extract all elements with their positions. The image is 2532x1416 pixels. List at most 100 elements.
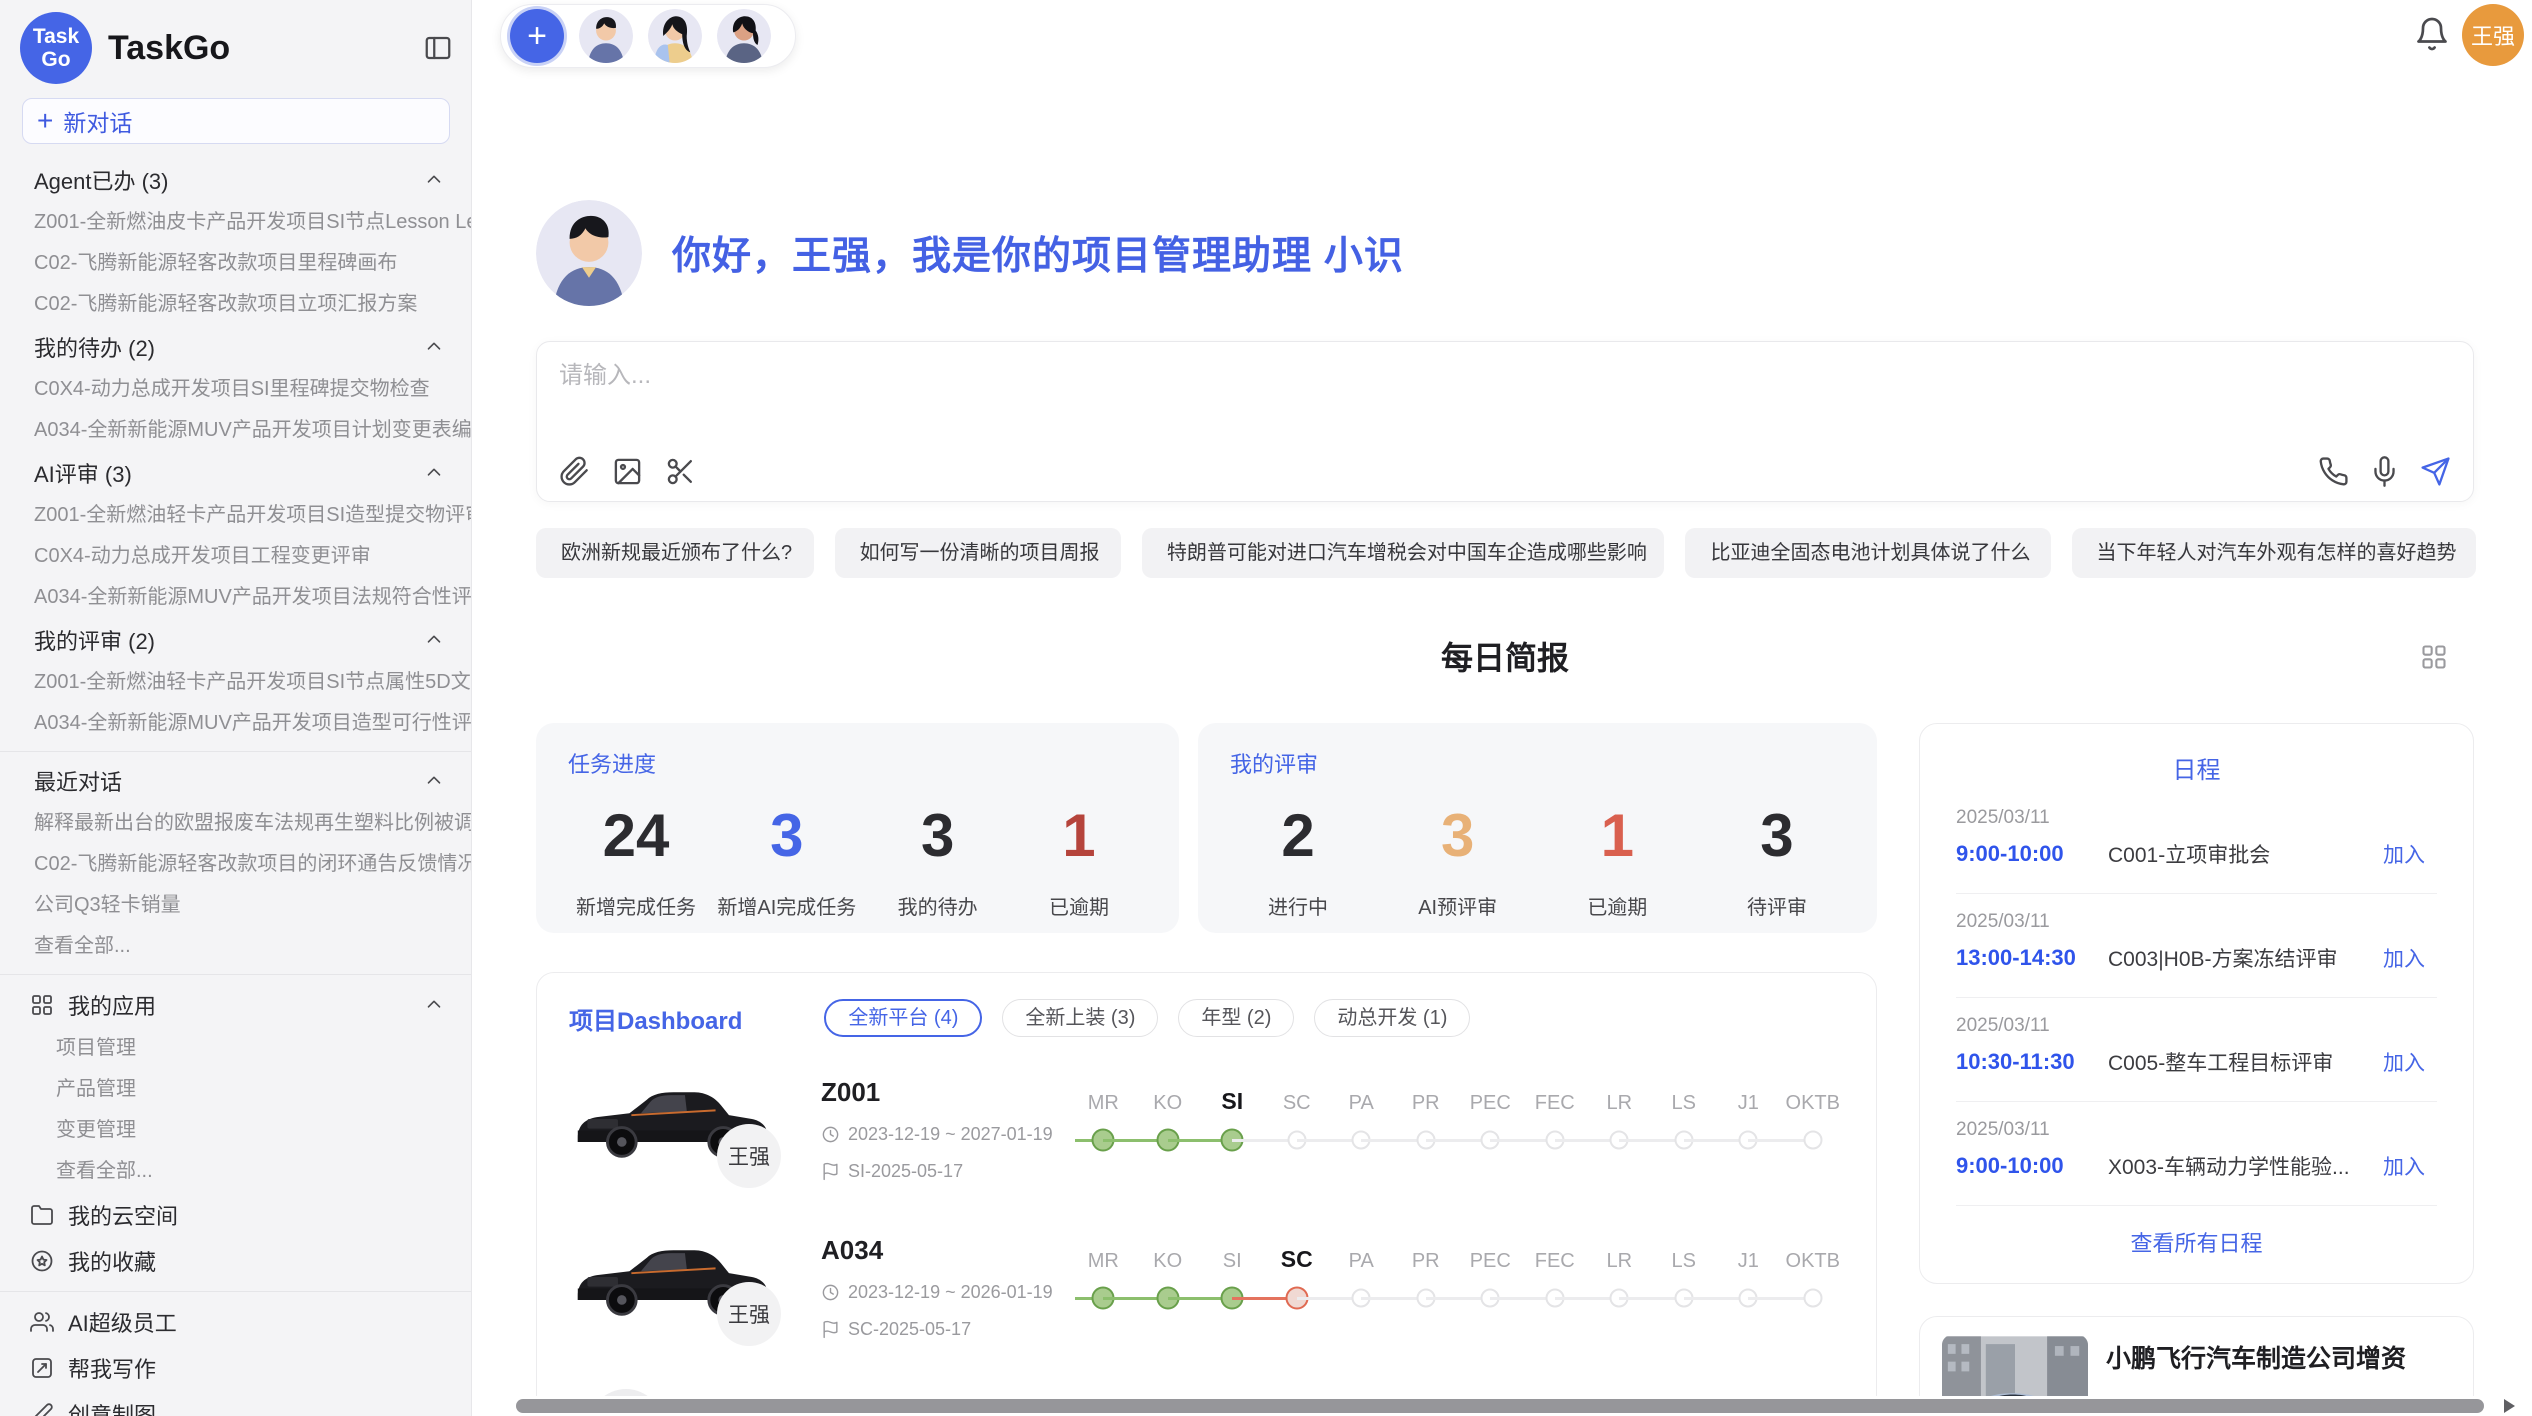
news-title: 小鹏飞行汽车制造公司增资 — [2106, 1339, 2451, 1375]
project-code: Z001 — [821, 1077, 1071, 1108]
stat-value: 3 — [717, 797, 856, 875]
schedule-time: 13:00-14:30 — [1956, 945, 2108, 971]
bell-icon[interactable] — [2414, 16, 2450, 52]
new-chat-button[interactable]: + 新对话 — [22, 98, 450, 144]
suggestion-chip[interactable]: 如何写一份清晰的项目周报 — [835, 528, 1121, 578]
user-avatar[interactable]: 王强 — [2462, 4, 2524, 66]
sidebar-recent-chat-item[interactable]: 解释最新出台的欧盟报废车法规再生塑料比例被调至15%... — [0, 803, 471, 844]
schedule-join-link[interactable]: 加入 — [2383, 943, 2437, 973]
suggestion-chip[interactable]: 比亚迪全固态电池计划具体说了什么 — [1685, 528, 2050, 578]
sidebar-task-item[interactable]: C0X4-动力总成开发项目工程变更评审 — [0, 536, 471, 577]
stat-value: 1 — [1019, 797, 1139, 875]
milestone-label: PEC — [1458, 1250, 1523, 1273]
stat: 3 待评审 — [1717, 797, 1837, 920]
sidebar-section-my-review[interactable]: 我的评审 (2) — [0, 618, 471, 662]
plus-icon: + — [37, 107, 53, 135]
card-title: 任务进度 — [568, 747, 1147, 779]
dashboard-tab[interactable]: 全新上装 (3) — [1002, 999, 1158, 1037]
sidebar-task-item[interactable]: Z001-全新燃油轻卡产品开发项目SI节点属性5D文件评审 — [0, 662, 471, 703]
phone-icon[interactable] — [2318, 456, 2349, 487]
image-icon[interactable] — [612, 456, 643, 487]
sidebar-list: Agent已办 (3) Z001-全新燃油皮卡产品开发项目SI节点Lesson … — [0, 158, 471, 1416]
layout-grid-icon[interactable] — [2420, 643, 2448, 671]
suggestion-chip[interactable]: 欧洲新规最近颁布了什么? — [536, 528, 814, 578]
schedule-name: C003|H0B-方案冻结评审 — [2108, 943, 2383, 973]
sidebar-app-item[interactable]: 项目管理 — [0, 1028, 471, 1069]
sidebar-my-apps[interactable]: 我的应用 — [0, 982, 471, 1028]
schedule-time: 10:30-11:30 — [1956, 1049, 2108, 1075]
schedule-name: C005-整车工程目标评审 — [2108, 1047, 2383, 1077]
milestone-label: PEC — [1458, 1092, 1523, 1115]
new-chat-label: 新对话 — [63, 104, 132, 138]
card-title: 我的评审 — [1230, 747, 1845, 779]
sidebar-app-item[interactable]: 变更管理 — [0, 1110, 471, 1151]
sidebar-task-item[interactable]: A034-全新新能源MUV产品开发项目法规符合性评审 — [0, 577, 471, 618]
sidebar-task-item[interactable]: A034-全新新能源MUV产品开发项目造型可行性评审 — [0, 703, 471, 744]
chat-input[interactable] — [559, 362, 2451, 390]
flag-icon — [821, 1162, 840, 1181]
sidebar-app-item[interactable]: 查看全部... — [0, 1151, 471, 1192]
project-row[interactable]: 王强 Z001 2023-12-19 ~ 2027-01-19 SI-2025-… — [569, 1075, 1844, 1195]
assistant-avatar — [536, 200, 642, 306]
cloud-space-label: 我的云空间 — [68, 1199, 445, 1231]
app-title: TaskGo — [108, 29, 423, 68]
scissors-icon[interactable] — [665, 456, 696, 487]
sidebar-task-item[interactable]: C0X4-动力总成开发项目SI里程碑提交物检查 — [0, 369, 471, 410]
sidebar-help-write[interactable]: 帮我写作 — [0, 1345, 471, 1391]
suggestion-chip[interactable]: 当下年轻人对汽车外观有怎样的喜好趋势 — [2072, 528, 2476, 578]
sidebar-task-item[interactable]: Z001-全新燃油轻卡产品开发项目SI造型提交物评审 — [0, 495, 471, 536]
milestone-label: PR — [1394, 1092, 1459, 1115]
send-icon[interactable] — [2420, 456, 2451, 487]
project-thumbnail: 王强 — [569, 1075, 821, 1195]
ai-super-staff-label: AI超级员工 — [68, 1306, 445, 1338]
scrollbar-thumb[interactable] — [516, 1399, 2484, 1413]
dashboard-tab[interactable]: 年型 (2) — [1178, 999, 1294, 1037]
schedule-join-link[interactable]: 加入 — [2383, 1047, 2437, 1077]
milestone-labels: MRKOSISCPAPRPECFECLRLSJ1OKTB — [1071, 1243, 1845, 1273]
sidebar-task-item[interactable]: Z001-全新燃油皮卡产品开发项目SI节点Lesson Learn报告 — [0, 202, 471, 243]
view-all-schedule-link[interactable]: 查看所有日程 — [1956, 1226, 2437, 1258]
sidebar-section-recent-chats[interactable]: 最近对话 — [0, 759, 471, 803]
sidebar-favorites[interactable]: 我的收藏 — [0, 1238, 471, 1284]
creative-draw-label: 创意制图 — [68, 1398, 445, 1416]
sidebar-ai-super-staff[interactable]: AI超级员工 — [0, 1299, 471, 1345]
sidebar-task-item[interactable]: C02-飞腾新能源轻客改款项目立项汇报方案 — [0, 284, 471, 325]
sidebar-section-ai-review[interactable]: AI评审 (3) — [0, 451, 471, 495]
users-icon — [30, 1310, 54, 1334]
sidebar-recent-chat-item[interactable]: 查看全部... — [0, 926, 471, 967]
add-member-button[interactable]: + — [510, 9, 564, 63]
stat-label: 已逾期 — [1557, 891, 1677, 920]
sidebar-section-my-todo[interactable]: 我的待办 (2) — [0, 325, 471, 369]
suggestion-chip[interactable]: 特朗普可能对进口汽车增税会对中国车企造成哪些影响 — [1142, 528, 1665, 578]
schedule-join-link[interactable]: 加入 — [2383, 839, 2437, 869]
stat: 1 已逾期 — [1019, 797, 1139, 920]
attachment-icon[interactable] — [559, 456, 590, 487]
stat-label: 我的待办 — [878, 891, 998, 920]
member-avatar[interactable] — [579, 9, 633, 63]
sidebar-task-item[interactable]: C02-飞腾新能源轻客改款项目里程碑画布 — [0, 243, 471, 284]
stat: 1 已逾期 — [1557, 797, 1677, 920]
sidebar-creative-draw[interactable]: 创意制图 — [0, 1391, 471, 1416]
sidebar-recent-chat-item[interactable]: 公司Q3轻卡销量 — [0, 885, 471, 926]
sidebar-collapse-icon[interactable] — [423, 33, 453, 63]
schedule-item: 2025/03/11 10:30-11:30 C005-整车工程目标评审 加入 — [1956, 1015, 2437, 1102]
mic-icon[interactable] — [2369, 456, 2400, 487]
dashboard-tab[interactable]: 全新平台 (4) — [824, 999, 982, 1037]
divider — [0, 974, 471, 975]
sidebar-app-item[interactable]: 产品管理 — [0, 1069, 471, 1110]
schedule-join-link[interactable]: 加入 — [2383, 1151, 2437, 1181]
milestone-label: PA — [1329, 1092, 1394, 1115]
member-avatar[interactable] — [717, 9, 771, 63]
member-avatar[interactable] — [648, 9, 702, 63]
dashboard-tab[interactable]: 动总开发 (1) — [1314, 999, 1470, 1037]
milestone-dot — [1803, 1131, 1822, 1150]
sidebar-recent-chat-item[interactable]: C02-飞腾新能源轻客改款项目的闭环通告反馈情况 — [0, 844, 471, 885]
sidebar-section-agent-done[interactable]: Agent已办 (3) — [0, 158, 471, 202]
star-circle-icon — [30, 1249, 54, 1273]
project-row[interactable]: 王强 A034 2023-12-19 ~ 2026-01-19 SC-2025-… — [569, 1233, 1844, 1353]
sidebar-task-item[interactable]: A034-全新新能源MUV产品开发项目计划变更表编写 — [0, 410, 471, 451]
chevron-up-icon — [423, 994, 445, 1016]
sidebar-cloud-space[interactable]: 我的云空间 — [0, 1192, 471, 1238]
dashboard-tabs: 全新平台 (4) 全新上装 (3) 年型 (2) 动总开发 (1) — [824, 999, 1470, 1037]
scrollbar-right-arrow[interactable] — [2504, 1399, 2515, 1413]
